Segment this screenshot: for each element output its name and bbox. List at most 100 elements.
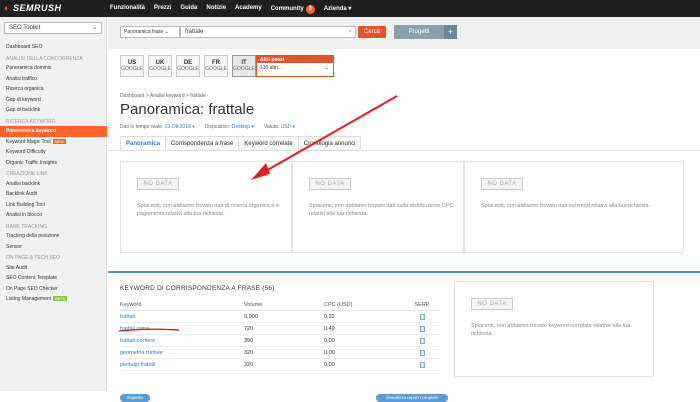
tab-panoramica[interactable]: Panoramica [120, 136, 167, 150]
sidebar-item[interactable]: Gap di backlink [0, 105, 107, 116]
database-de[interactable]: DE GOOGLE [176, 55, 200, 77]
sidebar-item[interactable]: On Page SEO Checker [0, 284, 107, 295]
column-header: SERP [414, 302, 430, 308]
no-data-message: Spiacenti, non abbiamo trovato dati sull… [309, 203, 454, 217]
sidebar-item[interactable]: Panoramica keyword [0, 126, 107, 137]
table-row: geometria frattale 320 0.00 [120, 347, 440, 359]
table-cell: 0.22 [324, 314, 335, 320]
sidebar-item[interactable]: Sensor [0, 242, 107, 253]
date-select[interactable]: 23 Ott 2018 ▾ [165, 124, 195, 130]
table-cell: 9,900 [244, 314, 258, 320]
sidebar-section-heading: ANALISI DELLA CONCORRENZA [6, 55, 83, 62]
table-cell: 0.49 [324, 326, 335, 332]
sidebar-item-tag: NEW [52, 138, 66, 144]
serp-icon[interactable] [419, 325, 425, 332]
chevron-down-icon: ⌄ [91, 25, 97, 31]
export-button[interactable]: Esporta [120, 394, 150, 402]
table-cell: 0.00 [324, 350, 335, 356]
sidebar-item[interactable]: Organic Traffic Insights [0, 158, 107, 169]
tab-keyword-correlate[interactable]: Keyword correlate [238, 136, 299, 150]
add-project-button[interactable]: + [444, 25, 457, 39]
view-full-report-button[interactable]: Visualizza report completo [376, 394, 448, 402]
table-row: frattali 9,900 0.22 [120, 311, 440, 323]
serp-cell [404, 347, 440, 358]
sidebar-item[interactable]: Listing Management BETA [0, 294, 107, 305]
table-cell: 720 [244, 326, 254, 332]
nav-azienda[interactable]: Azienda ▾ [324, 5, 352, 14]
table-cell: 320 [244, 362, 254, 368]
keyword-link[interactable]: frattali portiere [120, 335, 244, 346]
serp-icon[interactable] [419, 337, 425, 344]
red-underline-annotation [118, 328, 180, 332]
sidebar-item[interactable]: Tracking della posizione [0, 231, 107, 242]
sidebar-item[interactable]: Dashboard SEO [0, 42, 107, 53]
keyword-link[interactable]: pierluigi frattali [120, 359, 244, 370]
cpc-distribution-card: NO DATA Spiacenti, non abbiamo trovato d… [292, 161, 464, 253]
no-data-badge: NO DATA [137, 178, 179, 190]
sidebar-item[interactable]: Keyword Difficulty [0, 147, 107, 158]
tab-cronologia-annunci[interactable]: Cronologia annunci [297, 136, 362, 150]
table-cell: 0.00 [324, 362, 335, 368]
trend-card: NO DATA Spiacenti, non abbiamo trovato d… [464, 161, 684, 253]
keyword-link[interactable]: frattali [120, 311, 244, 322]
main-content: Panoramica frase ⌄ frattale × Cerca Proge… [108, 17, 700, 402]
sidebar-item[interactable]: Analisi backlink [0, 179, 107, 190]
sidebar-item[interactable]: Link Building Tool [0, 200, 107, 211]
nav-funzionalita[interactable]: Funzionalità [110, 5, 145, 14]
sidebar-item[interactable]: SEO Content Template [0, 273, 107, 284]
search-button[interactable]: Cerca [358, 26, 386, 38]
sidebar-item[interactable]: Panoramica dominio [0, 63, 107, 74]
nav-academy[interactable]: Academy [235, 5, 262, 14]
sidebar-menu: Dashboard SEO ANALISI DELLA CONCORRENZA Pa… [0, 42, 107, 305]
database-it[interactable]: IT GOOGLE [232, 55, 256, 77]
column-header[interactable]: Volume [244, 299, 324, 310]
nav-notizie[interactable]: Notizie [206, 5, 226, 14]
sidebar-item[interactable]: Site Audit [0, 263, 107, 274]
sidebar-item[interactable]: Backlink Audit [0, 189, 107, 200]
database-uk[interactable]: UK GOOGLE [148, 55, 172, 77]
database-selector: US GOOGLE UK GOOGLE DE GOOGLE FR GOOGLE IT GO… [120, 55, 256, 85]
table-row: pierluigi frattali 320 0.00 [120, 359, 440, 371]
sidebar-section-heading: RICERCA KEYWORD [6, 118, 56, 125]
semrush-logo[interactable]: ◐ SEMRUSH [4, 3, 61, 13]
nav-community[interactable]: Community 3 [271, 5, 315, 14]
projects-button[interactable]: Progetti [394, 25, 444, 39]
tab-corrispondenza-a-frase[interactable]: Corrispondenza a frase [165, 136, 240, 150]
table-cell: 390 [244, 338, 254, 344]
other-countries-select[interactable]: Altri paesi 130 altri... ⌄ [256, 55, 334, 77]
serp-cell [404, 323, 440, 334]
serp-icon[interactable] [419, 361, 425, 368]
table-cell: 0.00 [324, 338, 335, 344]
sidebar-item[interactable]: Ricerca organica [0, 84, 107, 95]
no-data-message: Spiacenti, non abbiamo trovato keyword c… [471, 323, 631, 337]
sidebar-item[interactable]: Gap di keyword [0, 95, 107, 106]
nav-prezzi[interactable]: Prezzi [154, 5, 171, 14]
device-select[interactable]: Desktop ▾ [232, 124, 254, 130]
search-input[interactable]: frattale × [180, 26, 356, 38]
no-data-message: Spiacenti, non abbiamo trovato dati di r… [137, 203, 279, 217]
table-body: frattali 9,900 0.22 frattali roma 720 0.49 fra… [120, 311, 440, 371]
database-fr[interactable]: FR GOOGLE [204, 55, 228, 77]
serp-icon[interactable] [419, 313, 425, 320]
serp-icon[interactable] [419, 349, 425, 356]
column-header[interactable]: Keyword [120, 299, 244, 310]
chevron-down-icon: ▾ [348, 6, 352, 12]
sidebar-item-tag: BETA [53, 296, 68, 301]
breadcrumb: Dashboard > Analisi keyword > frattale [120, 93, 206, 99]
toolkit-select[interactable]: SEO Toolkit ⌄ [4, 22, 102, 34]
nav-guida[interactable]: Guida [180, 5, 197, 14]
clear-icon[interactable]: × [348, 27, 352, 37]
report-type-select[interactable]: Panoramica frase ⌄ [120, 26, 180, 38]
page-title: Panoramica: frattale [120, 101, 255, 118]
page-meta: Dati in tempo reale: 23 Ott 2018 ▾ Dispo… [120, 124, 296, 130]
keyword-link[interactable]: geometria frattale [120, 347, 244, 358]
sidebar-item[interactable]: Analisi in blocco [0, 210, 107, 221]
database-us[interactable]: US GOOGLE [120, 55, 144, 77]
sidebar-item[interactable]: Analisi traffico [0, 74, 107, 85]
phrase-match-table: Keyword Volume CPC (USD) SERP frattali 9,… [120, 299, 440, 371]
sidebar-item[interactable]: Keyword Magic Tool NEW [0, 137, 107, 148]
chevron-down-icon: ⌄ [324, 65, 329, 71]
column-header[interactable]: CPC (USD) [324, 299, 404, 310]
top-nav-menu: Funzionalità Prezzi Guida Notizie Academ… [110, 5, 351, 14]
currency-select[interactable]: USD ▾ [281, 124, 295, 130]
